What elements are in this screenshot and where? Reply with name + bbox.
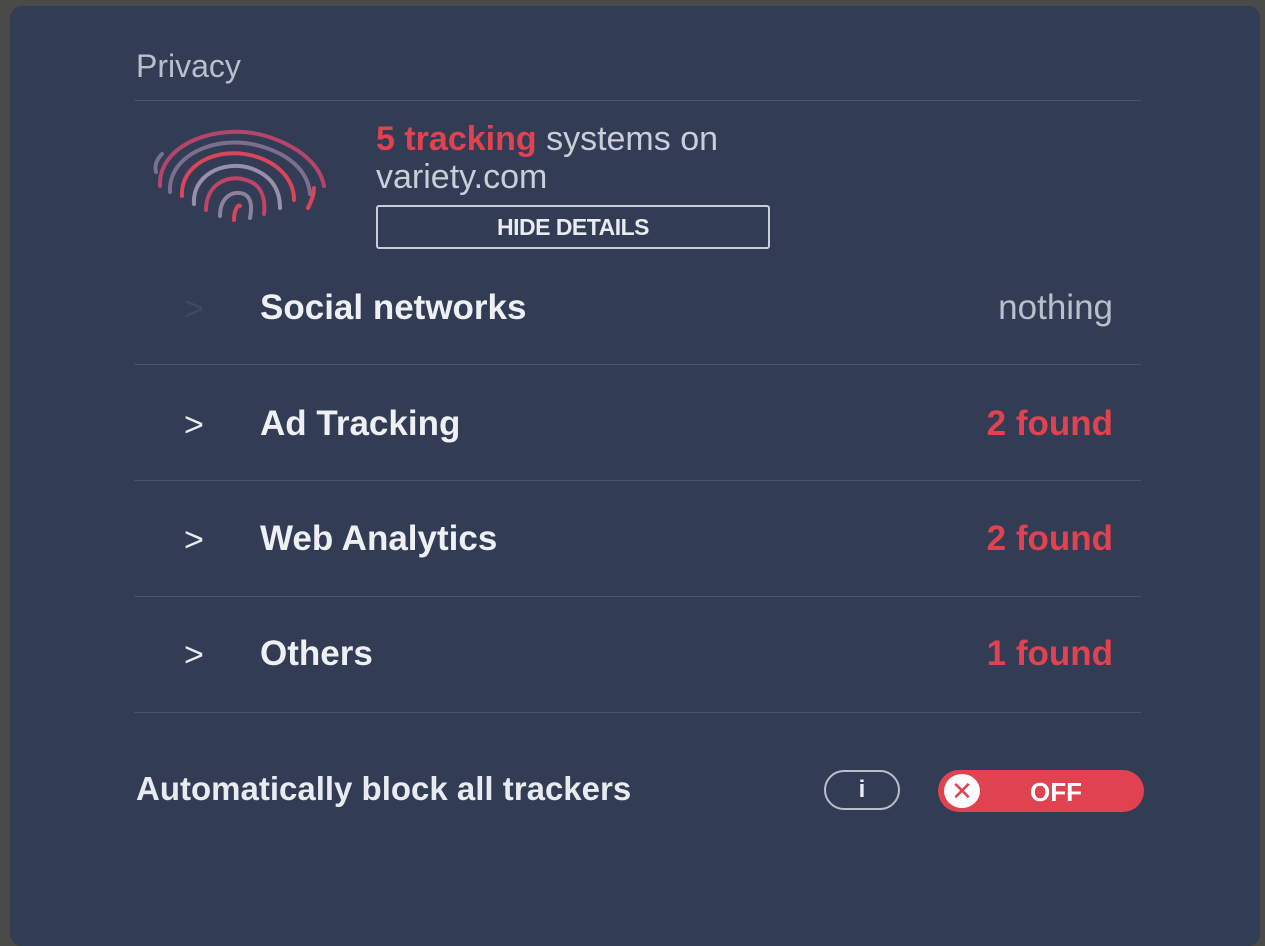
chevron-right-icon: > — [184, 406, 204, 444]
category-row-ad-tracking[interactable]: > Ad Tracking 2 found — [134, 398, 1141, 458]
category-label: Others — [260, 634, 373, 673]
auto-block-label: Automatically block all trackers — [136, 770, 632, 807]
hide-details-button[interactable]: HIDE DETAILS — [376, 205, 770, 249]
divider — [134, 100, 1141, 101]
category-status: 2 found — [986, 519, 1113, 558]
category-label: Web Analytics — [260, 519, 498, 558]
category-label: Social networks — [260, 288, 527, 327]
info-icon[interactable]: i — [824, 770, 900, 810]
category-row-others[interactable]: > Others 1 found — [134, 628, 1141, 688]
divider — [134, 364, 1141, 365]
privacy-panel: Privacy 5 tracking systems on variety.co… — [10, 6, 1260, 946]
category-label: Ad Tracking — [260, 404, 461, 443]
toggle-state-label: OFF — [1030, 777, 1082, 807]
auto-block-toggle[interactable]: ✕ OFF — [938, 770, 1144, 812]
chevron-right-icon: > — [184, 290, 204, 328]
close-icon: ✕ — [944, 774, 980, 808]
section-title: Privacy — [136, 48, 241, 84]
divider — [134, 480, 1141, 481]
chevron-right-icon: > — [184, 636, 204, 674]
divider — [134, 712, 1141, 713]
site-domain: variety.com — [376, 158, 548, 196]
category-status: 2 found — [986, 404, 1113, 443]
category-row-social-networks[interactable]: > Social networks nothing — [134, 282, 1141, 342]
fingerprint-icon — [153, 129, 326, 222]
chevron-right-icon: > — [184, 521, 204, 559]
category-status: nothing — [998, 288, 1113, 327]
category-status: 1 found — [986, 634, 1113, 673]
tracking-summary: 5 tracking systems on variety.com — [376, 120, 718, 196]
tracking-summary-text: systems on — [536, 120, 719, 158]
divider — [134, 596, 1141, 597]
tracking-count: 5 tracking — [376, 120, 537, 158]
category-row-web-analytics[interactable]: > Web Analytics 2 found — [134, 513, 1141, 573]
